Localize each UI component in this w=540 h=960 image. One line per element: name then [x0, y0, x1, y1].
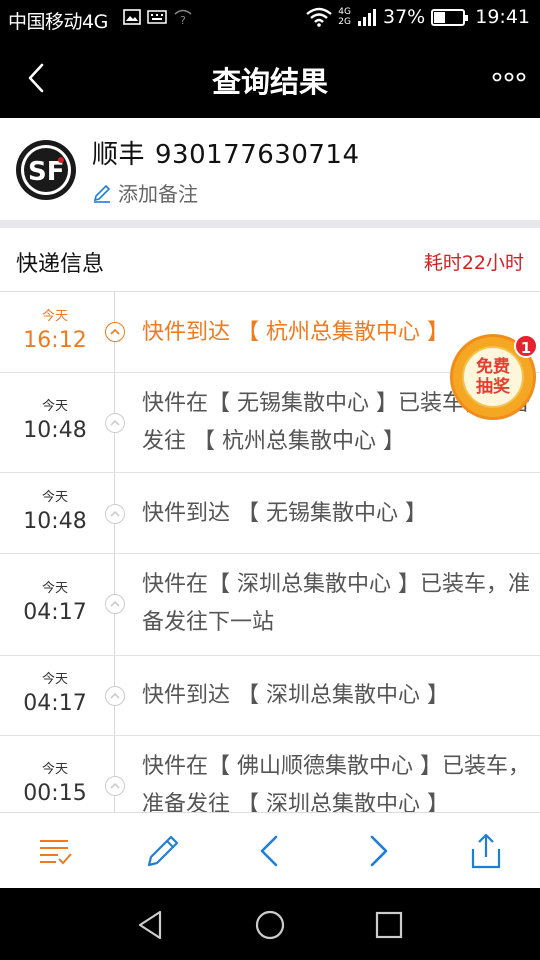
pencil-icon [93, 184, 111, 203]
entry-clock: 10:48 [23, 508, 87, 534]
battery-fill [434, 11, 445, 23]
timeline-node-icon [105, 413, 125, 433]
nav-recents-square-icon[interactable] [372, 908, 406, 942]
courier-name: 顺丰 [92, 140, 146, 170]
lottery-text: 免费 抽奖 [476, 357, 510, 397]
timeline-node-icon [105, 322, 125, 342]
timeline-node-icon [105, 776, 125, 796]
timeline-node-icon [105, 594, 125, 614]
battery-percent: 37% [383, 6, 426, 28]
section-divider [0, 220, 540, 228]
entry-time: 今天 16:12 [0, 305, 110, 353]
package-card: SF 顺丰 930177630714 添加备注 [0, 118, 540, 220]
entry-time: 今天 04:17 [0, 668, 110, 716]
entry-day: 今天 [41, 399, 68, 414]
timeline-node-icon [105, 503, 125, 524]
next-arrow-icon[interactable] [358, 831, 398, 871]
entry-description: 快件在【 深圳总集散中心 】已装车，准备发往下一站 [142, 572, 530, 635]
bottom-toolbar [0, 812, 540, 888]
add-note-button[interactable]: 添加备注 [92, 178, 198, 207]
nav-home-circle-icon[interactable] [253, 908, 287, 942]
network-type: 4G 2G [338, 7, 351, 27]
prev-arrow-icon[interactable] [250, 831, 290, 871]
add-note-label: 添加备注 [118, 182, 198, 206]
timeline-entry: 今天 00:15 快件在【 佛山顺德集散中心 】已装车，准备发往 【 深圳总集散中心… [0, 736, 540, 812]
share-icon[interactable] [465, 831, 505, 871]
entry-day: 今天 [41, 308, 68, 324]
section-title: 快递信息 [16, 252, 105, 277]
system-nav-bar [0, 888, 540, 960]
tracking-number: 930177630714 [155, 140, 360, 170]
entry-day: 今天 [41, 762, 68, 777]
wifi-question-icon: ? [174, 9, 192, 25]
keyboard-icon [147, 10, 167, 24]
entry-day: 今天 [41, 581, 68, 596]
app-header: 查询结果 [0, 37, 540, 118]
free-lottery-button[interactable]: 免费 抽奖 1 [450, 334, 538, 420]
timeline-node-icon [105, 686, 125, 706]
sf-express-logo: SF [16, 140, 76, 200]
clock: 19:41 [475, 6, 530, 28]
svg-text:?: ? [180, 14, 186, 25]
entry-clock: 10:48 [23, 418, 87, 443]
status-left-icons: ? [123, 9, 193, 25]
carrier-label: 中国移动4G [8, 11, 108, 33]
image-icon [123, 9, 141, 25]
lottery-count-badge: 1 [514, 334, 538, 358]
express-info-header: 快递信息 耗时22小时 [0, 228, 540, 292]
status-right: 4G 2G 37% 19:41 [306, 6, 530, 28]
entry-description: 快件到达 【 深圳总集散中心 】 [142, 683, 449, 708]
elapsed-time: 耗时22小时 [423, 252, 524, 274]
entry-time: 今天 00:15 [0, 758, 110, 806]
entry-day: 今天 [41, 489, 68, 505]
battery-icon [431, 8, 469, 26]
more-dots-icon[interactable] [492, 67, 526, 87]
lottery-center: 免费 抽奖 [462, 346, 524, 408]
entry-description: 快件到达 【 无锡集散中心 】 [142, 500, 427, 526]
timeline-entry: 今天 04:17 快件在【 深圳总集散中心 】已装车，准备发往下一站 [0, 554, 540, 656]
entry-clock: 00:15 [23, 781, 87, 806]
courier-info: 顺丰 930177630714 [92, 134, 360, 171]
entry-description: 快件在【 佛山顺德集散中心 】已装车，准备发往 【 深圳总集散中心 】 [142, 754, 530, 812]
entry-clock: 04:17 [23, 691, 87, 716]
entry-time: 今天 04:17 [0, 577, 110, 625]
nav-back-triangle-icon[interactable] [134, 908, 168, 942]
list-check-icon[interactable] [36, 831, 76, 871]
wifi-icon [306, 7, 333, 27]
entry-time: 今天 10:48 [0, 395, 110, 443]
page-title: 查询结果 [211, 65, 328, 99]
entry-clock: 16:12 [23, 327, 87, 353]
signal-icon [358, 9, 376, 26]
entry-day: 今天 [41, 672, 68, 687]
timeline-entry: 今天 10:48 快件到达 【 无锡集散中心 】 [0, 473, 540, 554]
edit-pencil-icon[interactable] [143, 831, 183, 871]
entry-time: 今天 10:48 [0, 486, 110, 534]
timeline-entry: 今天 04:17 快件到达 【 深圳总集散中心 】 [0, 656, 540, 736]
status-bar: 中国移动4G ? 4G 2G 37% 19:41 [0, 0, 540, 37]
entry-clock: 04:17 [23, 600, 87, 625]
